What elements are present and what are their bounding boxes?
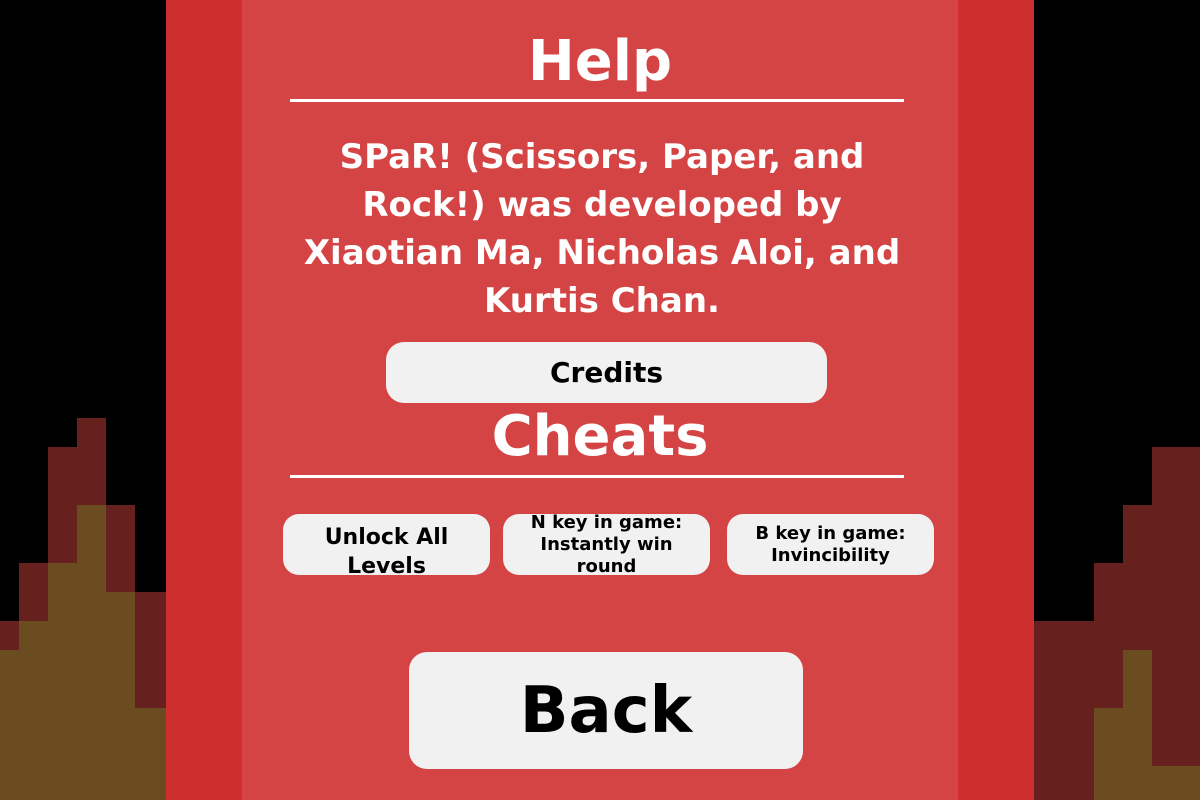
- instant-win-cheat-button[interactable]: N key in game: Instantly win round: [503, 514, 710, 575]
- pixel-flames-right: [1034, 447, 1200, 800]
- about-text: SPaR! (Scissors, Paper, and Rock!) was d…: [303, 137, 901, 321]
- help-divider: [290, 99, 904, 102]
- unlock-all-levels-label: Unlock All Levels: [324, 525, 449, 575]
- instant-win-cheat-label: N key in game: Instantly win round: [530, 514, 683, 575]
- unlock-all-levels-button[interactable]: Unlock All Levels: [283, 514, 490, 575]
- back-button[interactable]: Back: [409, 652, 803, 769]
- credits-button[interactable]: Credits: [386, 342, 827, 403]
- invincibility-cheat-label: B key in game: Invincibility: [755, 522, 906, 566]
- invincibility-cheat-button[interactable]: B key in game: Invincibility: [727, 514, 934, 575]
- cheats-divider: [290, 475, 904, 478]
- back-button-label: Back: [519, 673, 693, 748]
- credits-button-label: Credits: [549, 356, 664, 389]
- cheats-heading: Cheats: [491, 404, 709, 469]
- pixel-flames-left: [0, 418, 166, 800]
- help-heading: Help: [527, 29, 673, 94]
